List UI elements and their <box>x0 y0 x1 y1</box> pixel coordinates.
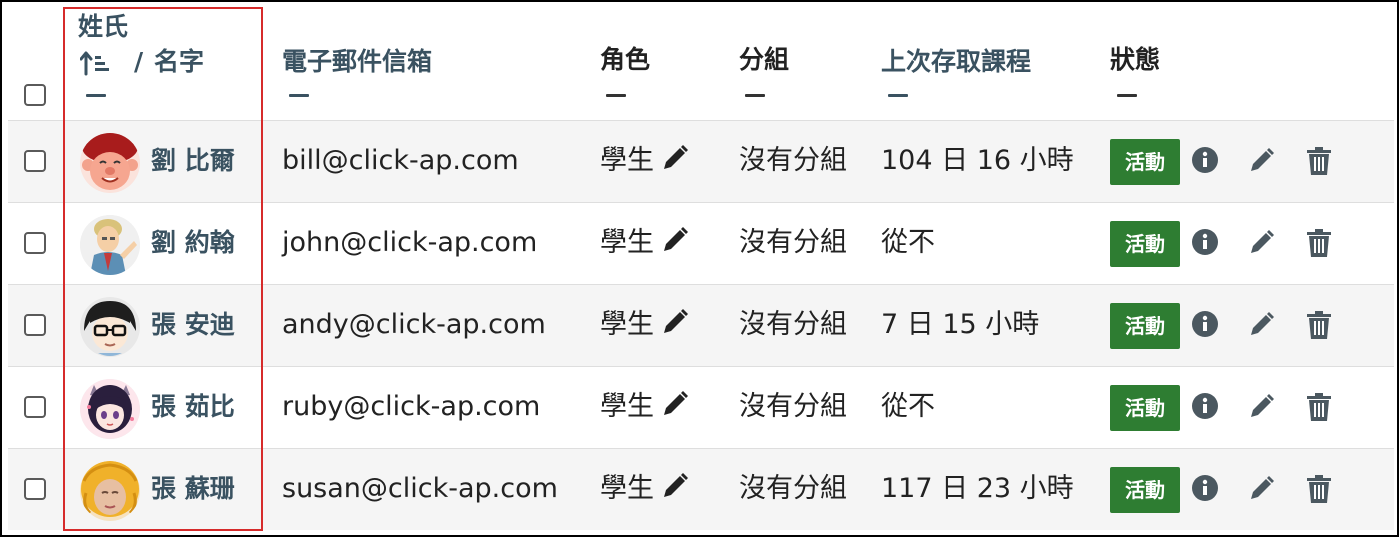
status-badge: 活動 <box>1110 467 1180 513</box>
header-first-name-indicator <box>86 94 106 97</box>
table-row: 劉 比爾 bill@click-ap.com 學生 沒有分組 104 日 16 … <box>8 120 1394 202</box>
user-group: 沒有分組 <box>739 227 847 258</box>
pencil-icon[interactable] <box>1248 146 1276 178</box>
header-role: 角色 <box>600 45 651 74</box>
trash-icon[interactable] <box>1306 310 1332 344</box>
table-row: 張 安迪 andy@click-ap.com 學生 沒有分組 7 日 15 小時… <box>8 284 1394 366</box>
user-group: 沒有分組 <box>739 145 847 176</box>
header-email[interactable]: 電子郵件信箱 <box>282 47 432 77</box>
status-badge: 活動 <box>1110 139 1180 185</box>
user-role: 學生 <box>600 469 690 513</box>
role-label: 學生 <box>600 473 654 504</box>
role-label: 學生 <box>600 145 654 176</box>
table-row: 劉 約翰 john@click-ap.com 學生 沒有分組 從不 活動 <box>8 202 1394 284</box>
trash-icon[interactable] <box>1306 146 1332 180</box>
user-role: 學生 <box>600 141 690 185</box>
user-group: 沒有分組 <box>739 473 847 504</box>
table-row: 張 茹比 ruby@click-ap.com 學生 沒有分組 從不 活動 <box>8 366 1394 448</box>
avatar[interactable] <box>80 297 140 357</box>
user-email: susan@click-ap.com <box>282 473 558 504</box>
role-label: 學生 <box>600 309 654 340</box>
user-last-access: 104 日 16 小時 <box>881 145 1074 176</box>
avatar[interactable] <box>80 133 140 193</box>
status-badge: 活動 <box>1110 385 1180 431</box>
pencil-icon[interactable] <box>1248 310 1276 342</box>
user-role: 學生 <box>600 223 690 267</box>
info-icon[interactable] <box>1191 310 1219 342</box>
pencil-icon[interactable] <box>1248 474 1276 506</box>
user-role: 學生 <box>600 387 690 431</box>
sort-ascending-icon[interactable] <box>79 50 112 80</box>
select-all-checkbox[interactable] <box>24 84 46 106</box>
header-last-name[interactable]: 名字 <box>154 47 204 77</box>
status-badge: 活動 <box>1110 221 1180 267</box>
header-email-indicator <box>289 94 309 97</box>
info-icon[interactable] <box>1191 228 1219 260</box>
info-icon[interactable] <box>1191 474 1219 506</box>
participants-table: 姓氏 / 名字 電子郵件信箱 角色 分組 上次存取課程 狀態 劉 比爾 bill… <box>0 0 1399 537</box>
header-role-indicator <box>606 94 626 97</box>
status-badge: 活動 <box>1110 303 1180 349</box>
row-select-checkbox[interactable] <box>24 396 46 418</box>
user-email: ruby@click-ap.com <box>282 391 541 422</box>
pencil-icon[interactable] <box>1248 228 1276 260</box>
user-email: john@click-ap.com <box>282 227 538 258</box>
role-label: 學生 <box>600 391 654 422</box>
header-status-indicator <box>1117 94 1137 97</box>
header-status: 狀態 <box>1110 45 1161 74</box>
avatar[interactable] <box>80 461 140 521</box>
pencil-icon[interactable] <box>660 471 690 513</box>
trash-icon[interactable] <box>1306 474 1332 508</box>
avatar[interactable] <box>80 215 140 275</box>
pencil-icon[interactable] <box>660 225 690 267</box>
row-select-checkbox[interactable] <box>24 232 46 254</box>
row-select-checkbox[interactable] <box>24 314 46 336</box>
info-icon[interactable] <box>1191 392 1219 424</box>
user-last-access: 117 日 23 小時 <box>881 473 1074 504</box>
pencil-icon[interactable] <box>660 307 690 349</box>
user-role: 學生 <box>600 305 690 349</box>
user-group: 沒有分組 <box>739 391 847 422</box>
user-last-access: 從不 <box>881 227 935 258</box>
table-header: 姓氏 / 名字 電子郵件信箱 角色 分組 上次存取課程 狀態 <box>2 2 1397 120</box>
header-group-indicator <box>745 94 765 97</box>
header-first-name[interactable]: 姓氏 <box>78 12 128 42</box>
user-name-link[interactable]: 劉 約翰 <box>151 223 235 263</box>
header-group: 分組 <box>739 45 790 74</box>
user-last-access: 從不 <box>881 391 935 422</box>
pencil-icon[interactable] <box>660 143 690 185</box>
user-last-access: 7 日 15 小時 <box>881 309 1040 340</box>
table-row: 張 蘇珊 susan@click-ap.com 學生 沒有分組 117 日 23… <box>8 448 1394 530</box>
user-group: 沒有分組 <box>739 309 847 340</box>
user-email: bill@click-ap.com <box>282 145 519 176</box>
header-last-access-indicator <box>888 94 908 97</box>
user-email: andy@click-ap.com <box>282 309 546 340</box>
row-select-checkbox[interactable] <box>24 150 46 172</box>
header-separator: / <box>134 47 144 76</box>
avatar[interactable] <box>80 379 140 439</box>
info-icon[interactable] <box>1191 146 1219 178</box>
user-name-link[interactable]: 張 茹比 <box>151 387 235 427</box>
row-select-checkbox[interactable] <box>24 478 46 500</box>
header-last-access[interactable]: 上次存取課程 <box>881 47 1031 77</box>
pencil-icon[interactable] <box>660 389 690 431</box>
trash-icon[interactable] <box>1306 392 1332 426</box>
user-name-link[interactable]: 劉 比爾 <box>151 141 235 181</box>
pencil-icon[interactable] <box>1248 392 1276 424</box>
role-label: 學生 <box>600 227 654 258</box>
user-name-link[interactable]: 張 安迪 <box>151 305 235 345</box>
user-name-link[interactable]: 張 蘇珊 <box>151 469 235 509</box>
trash-icon[interactable] <box>1306 228 1332 262</box>
